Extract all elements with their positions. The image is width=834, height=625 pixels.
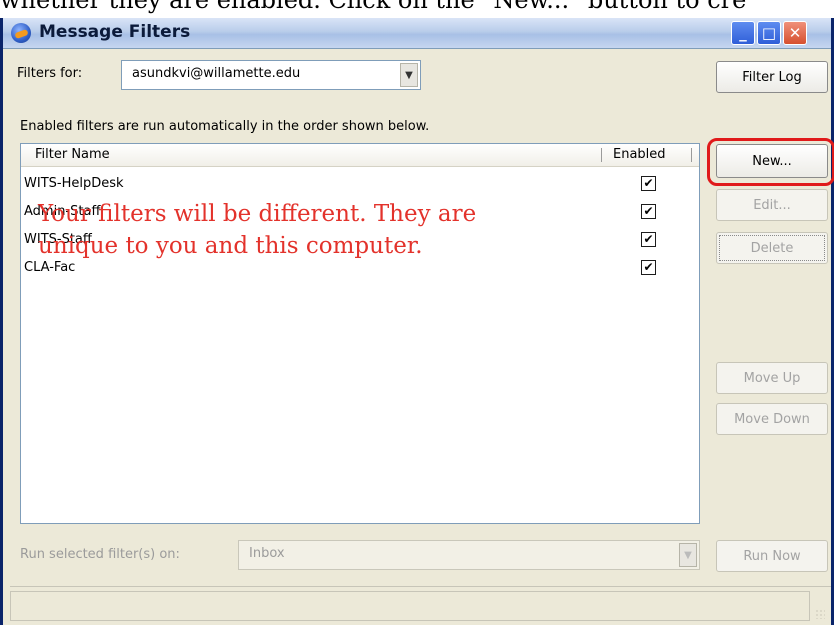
annotation-line: unique to you and this computer. — [38, 233, 423, 259]
enabled-checkbox[interactable]: ✔ — [641, 260, 656, 275]
enabled-checkbox[interactable]: ✔ — [641, 204, 656, 219]
enabled-checkbox[interactable]: ✔ — [641, 232, 656, 247]
title-bar: Message Filters _ □ ✕ — [3, 18, 831, 49]
column-divider — [601, 148, 602, 162]
window-title: Message Filters — [39, 22, 191, 42]
move-up-button[interactable]: Move Up — [716, 362, 828, 394]
info-text: Enabled filters are run automatically in… — [20, 119, 430, 134]
filters-for-label: Filters for: — [17, 66, 83, 81]
column-header-filter-name[interactable]: Filter Name — [35, 147, 110, 162]
table-row[interactable]: WITS-HelpDesk ✔ — [21, 173, 699, 196]
filter-name: CLA-Fac — [24, 260, 76, 275]
annotation-line: Your filters will be different. They are — [38, 201, 477, 227]
run-now-button[interactable]: Run Now — [716, 540, 828, 572]
annotation-note: Your filters will be different. They are… — [38, 198, 638, 262]
column-header-enabled[interactable]: Enabled — [613, 147, 666, 162]
maximize-button[interactable]: □ — [757, 21, 781, 45]
chevron-down-icon: ▼ — [679, 543, 697, 567]
new-button-highlight — [707, 138, 834, 186]
run-folder-value: Inbox — [249, 546, 285, 561]
edit-filter-button[interactable]: Edit... — [716, 189, 828, 221]
delete-filter-button[interactable]: Delete — [716, 232, 828, 264]
run-on-label: Run selected filter(s) on: — [20, 547, 180, 562]
resize-grip-icon[interactable] — [815, 609, 825, 619]
document-text-fragment: whether they are enabled. Click on the "… — [0, 0, 747, 14]
maximize-icon: □ — [761, 24, 777, 42]
filter-log-button[interactable]: Filter Log — [716, 61, 828, 93]
status-bar — [10, 586, 831, 625]
minimize-button[interactable]: _ — [731, 21, 755, 45]
close-button[interactable]: ✕ — [783, 21, 807, 45]
filter-name: WITS-HelpDesk — [24, 176, 124, 191]
account-value: asundkvi@willamette.edu — [132, 66, 301, 81]
minimize-icon: _ — [739, 24, 747, 42]
account-select[interactable]: asundkvi@willamette.edu ▼ — [121, 60, 421, 90]
run-folder-select[interactable]: Inbox ▼ — [238, 540, 700, 570]
enabled-checkbox[interactable]: ✔ — [641, 176, 656, 191]
column-divider — [691, 148, 692, 162]
list-header: Filter Name Enabled — [21, 144, 699, 167]
chevron-down-icon: ▼ — [400, 63, 418, 87]
message-filters-window: Message Filters _ □ ✕ Filters for: asund… — [0, 18, 834, 625]
thunderbird-icon — [11, 23, 31, 43]
status-panel — [10, 591, 810, 621]
move-down-button[interactable]: Move Down — [716, 403, 828, 435]
close-icon: ✕ — [788, 24, 802, 42]
